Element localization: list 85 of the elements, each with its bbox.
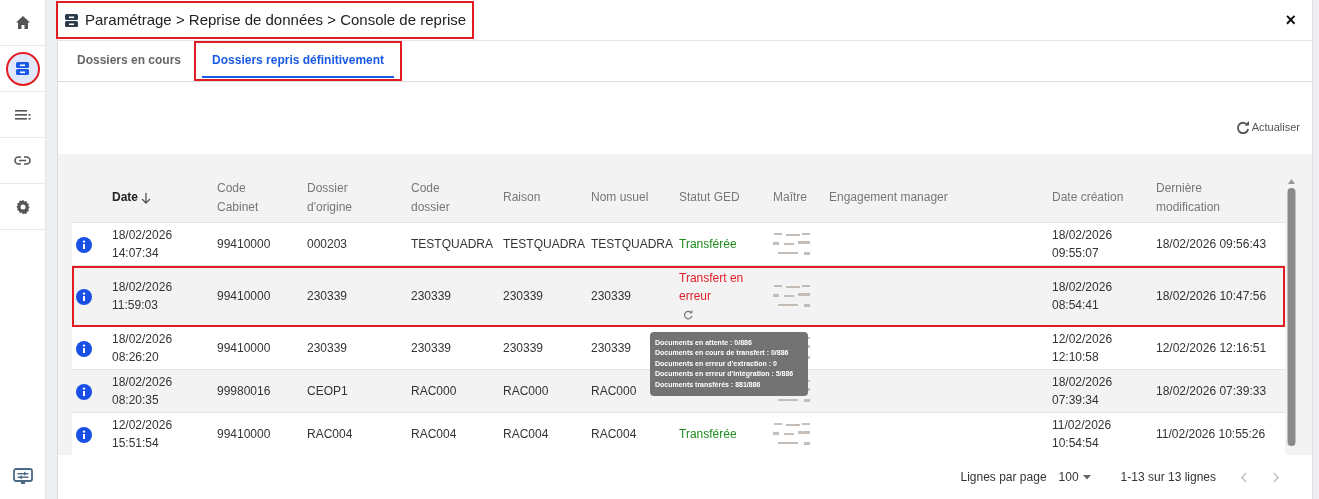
table-cell-text: 18/02/2026 14:07:34 xyxy=(112,227,174,262)
status-text: Transférée xyxy=(679,236,738,253)
settings-icon xyxy=(14,198,31,215)
redacted-text-drawing xyxy=(773,233,810,255)
table-cell: 230339 xyxy=(307,341,348,355)
table-cell: RAC000 xyxy=(591,384,637,398)
link-icon xyxy=(14,156,31,165)
chevron-icon xyxy=(1272,472,1280,484)
column-header[interactable]: Dossier d'origine xyxy=(307,178,373,217)
table-cell: 12/02/2026 12:16:51 xyxy=(1156,341,1267,355)
tab[interactable]: Dossiers repris définitivement xyxy=(202,44,395,78)
column-header[interactable]: Code dossier xyxy=(411,178,477,217)
column-header[interactable]: Date création xyxy=(1052,190,1124,205)
table-cell: 230339 xyxy=(503,341,544,355)
info-icon[interactable] xyxy=(76,383,92,400)
table-cell: TESTQUADRA xyxy=(503,237,585,251)
table-cell-text: 18/02/2026 08:26:20 xyxy=(112,331,174,366)
rows-per-page-select[interactable]: 100 xyxy=(1058,468,1091,486)
status-text: Transfert en erreur xyxy=(679,270,745,305)
breadcrumb-text: Paramétrage > Reprise de données > Console de reprise xyxy=(85,9,467,30)
table-cell: TESTQUADRA xyxy=(591,237,673,251)
table-cell-text: 18/02/2026 09:55:07 xyxy=(1052,227,1114,262)
table-cell: 230339 xyxy=(503,289,544,303)
column-header[interactable]: Dernière modification xyxy=(1156,178,1222,217)
info-icon[interactable] xyxy=(76,426,92,443)
refresh-button[interactable]: Actualiser xyxy=(1235,119,1300,136)
column-header[interactable]: Code Cabinet xyxy=(217,178,283,217)
table-cell-text: 18/02/2026 08:20:35 xyxy=(112,374,174,409)
table-row[interactable]: 18/02/2026 14:07:34 99410000 000203 TESTQUADRA TESTQUADRA TESTQUADRA Transférée 18/02/2026 09:55:07 18/02/2026 09:56:43 xyxy=(72,222,1285,266)
table-cell: 99410000 xyxy=(217,341,271,355)
table-cell: 18/02/2026 10:47:56 xyxy=(1156,289,1267,303)
info-icon[interactable] xyxy=(76,236,92,253)
table-cell: TESTQUADRA xyxy=(411,237,493,251)
table-cell: 230339 xyxy=(591,341,632,355)
column-header[interactable]: Raison xyxy=(503,190,541,205)
sort-arrow-icon xyxy=(141,192,152,204)
status-text: Transférée xyxy=(679,426,738,443)
close-button[interactable]: × xyxy=(1281,11,1300,30)
table-cell: 230339 xyxy=(591,289,632,303)
table-cell: 230339 xyxy=(411,341,452,355)
table-cell: 230339 xyxy=(411,289,452,303)
table-cell-text: 18/02/2026 08:54:41 xyxy=(1052,279,1114,314)
chevron-icon xyxy=(1240,472,1248,484)
column-header[interactable]: Statut GED xyxy=(679,190,740,205)
column-header[interactable]: Date xyxy=(112,190,138,205)
info-icon[interactable] xyxy=(76,288,92,305)
table-cell-text: 18/02/2026 07:39:34 xyxy=(1052,374,1114,409)
column-header[interactable]: Nom usuel xyxy=(591,188,649,208)
table-cell: 18/02/2026 09:56:43 xyxy=(1156,237,1267,251)
refresh-icon xyxy=(1235,120,1250,135)
table-cell: 99980016 xyxy=(217,384,271,398)
table-cell: RAC004 xyxy=(411,427,457,441)
table-cell: 230339 xyxy=(307,289,348,303)
tab[interactable]: Dossiers en cours xyxy=(67,41,192,81)
table-cell: RAC004 xyxy=(591,427,637,441)
table-cell-text: 12/02/2026 15:51:54 xyxy=(112,417,174,452)
redacted-text-drawing xyxy=(773,285,810,307)
info-icon[interactable] xyxy=(76,340,92,357)
table-cell: 18/02/2026 07:39:33 xyxy=(1156,384,1267,398)
redacted-text-drawing xyxy=(773,423,810,445)
home-icon xyxy=(14,15,31,30)
table-cell: 99410000 xyxy=(217,237,271,251)
table-cell: RAC004 xyxy=(503,427,549,441)
table-cell-text: 12/02/2026 12:10:58 xyxy=(1052,331,1114,366)
table-cell: 99410000 xyxy=(217,427,271,441)
table-cell-text: 11/02/2026 10:54:54 xyxy=(1052,417,1113,452)
inbox-tray-icon xyxy=(15,61,30,76)
column-header[interactable]: Maître xyxy=(773,190,807,205)
table-cell: RAC000 xyxy=(411,384,457,398)
rows-per-page-label: Lignes par page xyxy=(960,469,1047,486)
table-cell: CEOP1 xyxy=(307,384,348,398)
table-cell: 000203 xyxy=(307,237,348,251)
table-cell: RAC004 xyxy=(307,427,353,441)
table-cell: 11/02/2026 10:55:26 xyxy=(1156,427,1266,441)
list-icon xyxy=(14,109,31,120)
table-row[interactable]: 12/02/2026 15:51:54 99410000 RAC004 RAC004 RAC004 RAC004 Transférée 11/02/2026 10:54:54 11/02/2026 10:55:26 xyxy=(72,412,1285,455)
table-cell: RAC000 xyxy=(503,384,549,398)
table-cell-text: 18/02/2026 11:59:03 xyxy=(112,279,174,314)
monitor-icon xyxy=(12,467,33,485)
inbox-tray-icon xyxy=(64,12,79,28)
table-cell: 99410000 xyxy=(217,289,271,303)
retry-icon[interactable] xyxy=(683,309,693,320)
column-header[interactable]: Engagement manager xyxy=(829,190,948,205)
caret-icon xyxy=(1082,474,1091,480)
pagination-range: 1-13 sur 13 lignes xyxy=(1120,469,1216,486)
